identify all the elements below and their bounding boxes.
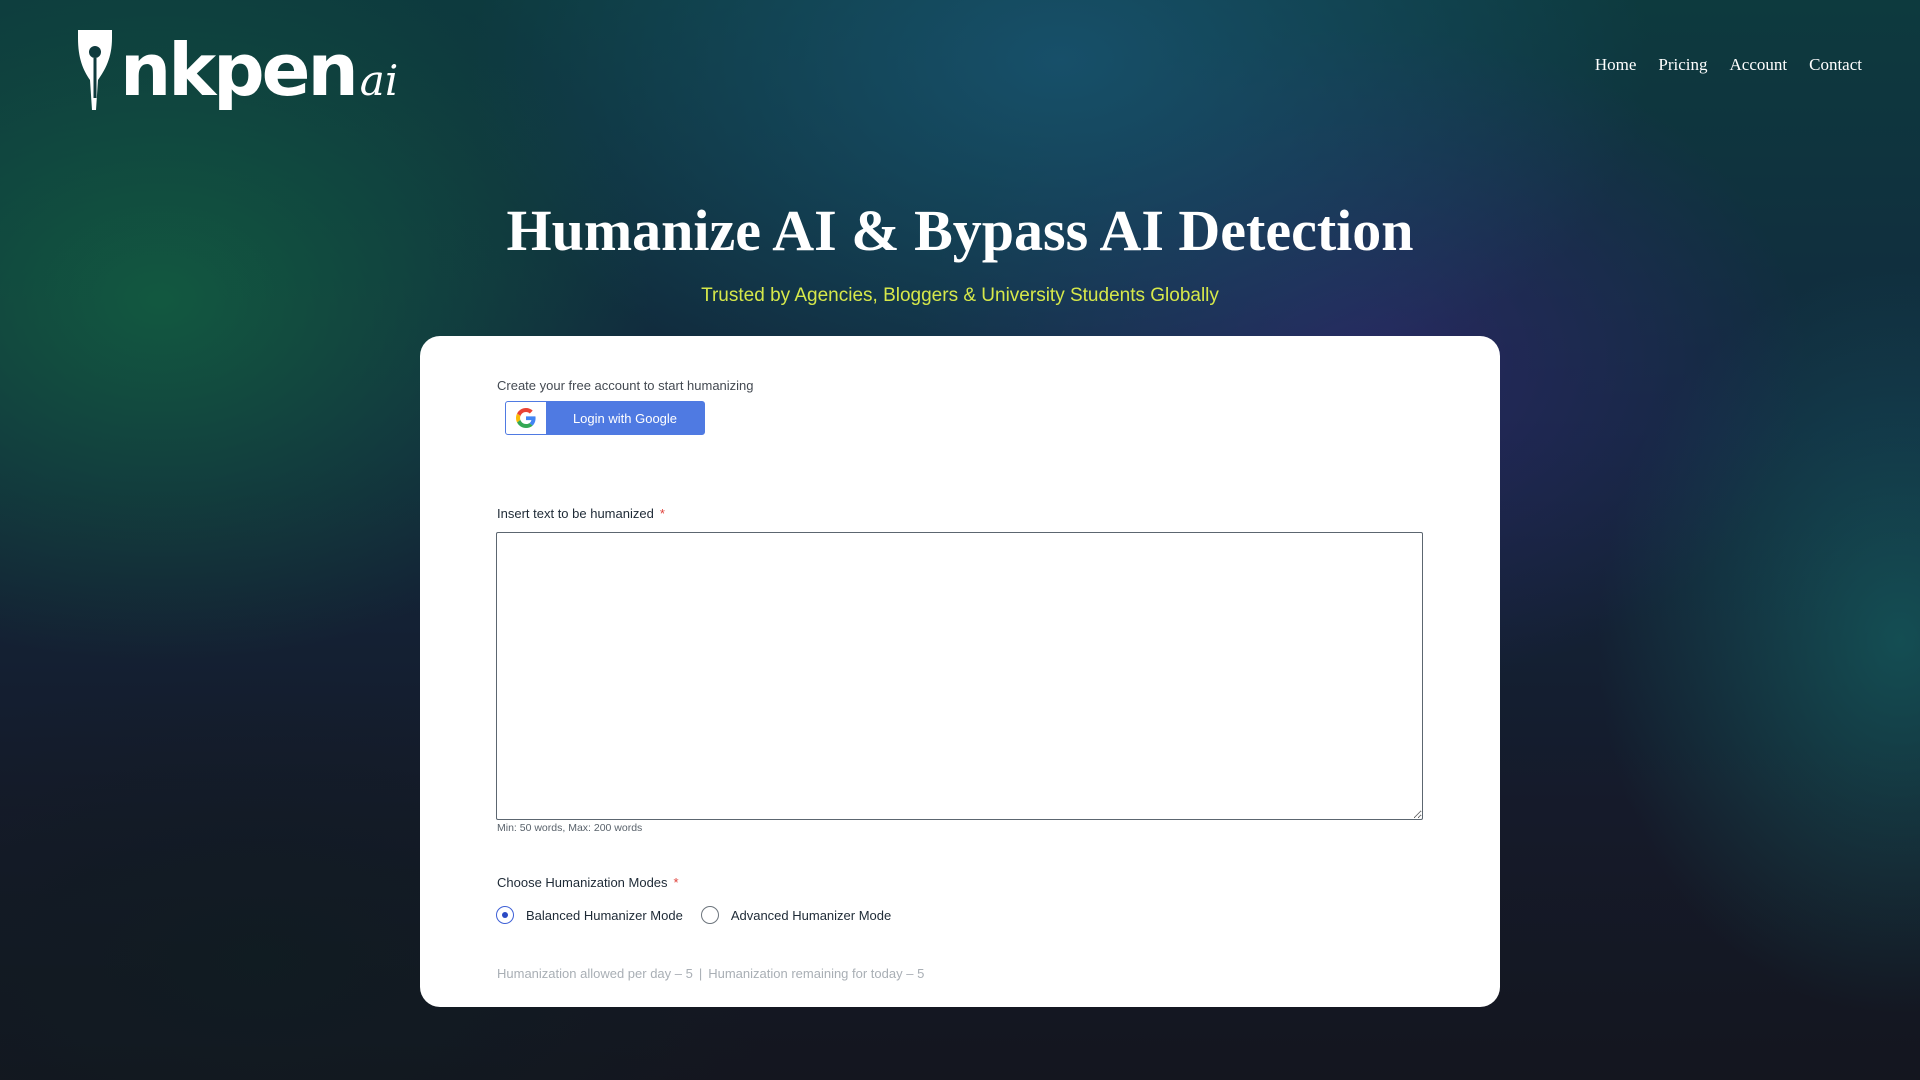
pen-nib-icon (78, 30, 112, 110)
required-mark: * (673, 875, 679, 890)
usage-status: Humanization allowed per day – 5 | Humaniz… (497, 966, 924, 981)
radio-selected-dot (502, 912, 508, 918)
logo-text: nkpen (120, 28, 359, 112)
nav-contact[interactable]: Contact (1809, 55, 1862, 75)
balanced-mode-option[interactable]: Balanced Humanizer Mode (496, 906, 683, 924)
modes-label-text: Choose Humanization Modes (497, 875, 668, 890)
nav-account[interactable]: Account (1730, 55, 1788, 75)
main-nav: Home Pricing Account Contact (1595, 55, 1862, 75)
advanced-mode-option[interactable]: Advanced Humanizer Mode (700, 906, 892, 924)
logo-suffix: ai (359, 56, 399, 105)
humanize-text-input[interactable] (496, 532, 1423, 820)
text-input-label: Insert text to be humanized * (497, 506, 665, 521)
google-g-icon (516, 408, 536, 428)
advanced-mode-label: Advanced Humanizer Mode (730, 907, 892, 923)
modes-label: Choose Humanization Modes * (497, 875, 679, 890)
word-limit-hint: Min: 50 words, Max: 200 words (497, 822, 643, 834)
nav-home[interactable]: Home (1595, 55, 1637, 75)
balanced-mode-radio[interactable] (496, 906, 514, 924)
page-subtitle: Trusted by Agencies, Bloggers & Universi… (701, 285, 1219, 306)
mode-radio-group: Balanced Humanizer Mode Advanced Humaniz… (496, 906, 909, 924)
humanizer-form-card: Create your free account to start humani… (420, 336, 1500, 1007)
usage-remaining-text: Humanization remaining for today – 5 (708, 966, 925, 981)
usage-allowed-text: Humanization allowed per day – 5 (497, 966, 693, 981)
login-with-google-button[interactable]: Login with Google (505, 401, 705, 435)
logo[interactable]: nkpen ai (72, 22, 398, 112)
login-with-google-label: Login with Google (572, 410, 678, 426)
create-account-text: Create your free account to start humani… (497, 378, 754, 393)
advanced-mode-radio[interactable] (700, 906, 719, 924)
google-icon-container (506, 402, 546, 434)
nav-pricing[interactable]: Pricing (1658, 55, 1707, 75)
required-mark: * (659, 506, 665, 521)
balanced-mode-label: Balanced Humanizer Mode (526, 907, 683, 923)
page-title: Humanize AI & Bypass AI Detection (506, 198, 1414, 263)
usage-separator: | (698, 966, 703, 981)
text-input-label-text: Insert text to be humanized (497, 506, 654, 521)
